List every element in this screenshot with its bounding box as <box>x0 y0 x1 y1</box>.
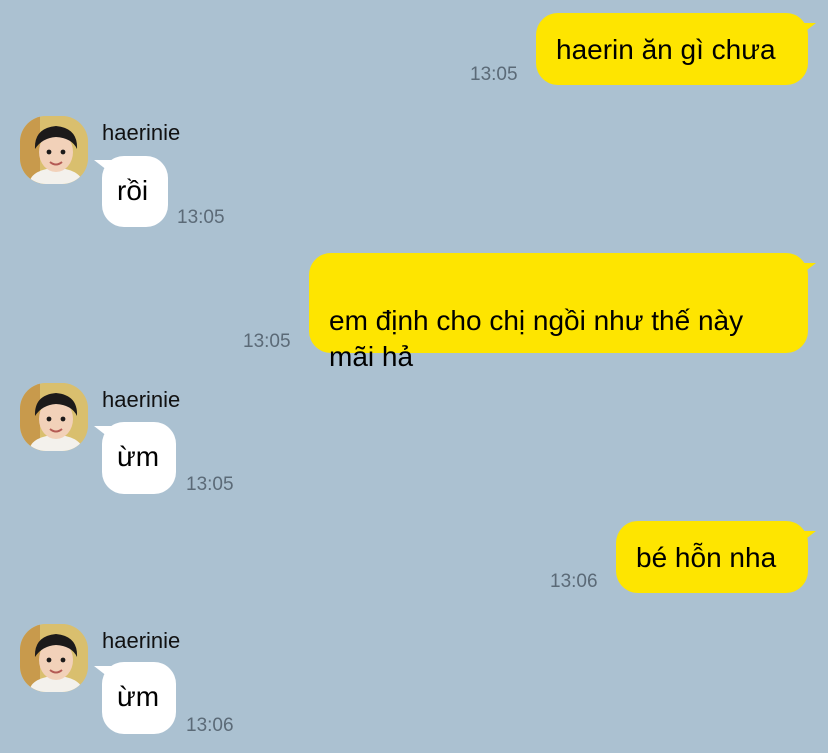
message-timestamp: 13:06 <box>186 715 234 736</box>
message-timestamp: 13:05 <box>243 331 291 352</box>
message-text: haerin ăn gì chưa <box>556 34 776 65</box>
outgoing-message-bubble[interactable]: em định cho chị ngồi như thế này mãi hả <box>309 253 816 372</box>
sender-name: haerinie <box>102 120 181 145</box>
sender-avatar[interactable] <box>20 624 88 692</box>
incoming-message-bubble[interactable]: ừm <box>94 662 176 734</box>
message-text: bé hỗn nha <box>636 542 777 573</box>
sender-avatar[interactable] <box>20 383 88 451</box>
sender-avatar[interactable] <box>20 116 88 184</box>
avatar-photo-icon <box>20 624 88 692</box>
outgoing-message-bubble[interactable]: bé hỗn nha <box>616 521 816 593</box>
incoming-message-bubble[interactable]: rồi <box>94 156 168 227</box>
message-timestamp: 13:05 <box>470 64 518 85</box>
avatar-photo-icon <box>20 383 88 451</box>
sender-name: haerinie <box>102 387 181 412</box>
message-timestamp: 13:06 <box>550 571 598 592</box>
message-timestamp: 13:05 <box>186 474 234 495</box>
message-text: em định cho chị ngồi như thế này mãi hả <box>329 305 744 372</box>
message-text: ừm <box>117 441 160 472</box>
message-text: ừm <box>117 681 160 712</box>
sender-name: haerinie <box>102 628 181 653</box>
outgoing-message-bubble[interactable]: haerin ăn gì chưa <box>536 13 816 85</box>
message-timestamp: 13:05 <box>177 207 225 228</box>
incoming-message-bubble[interactable]: ừm <box>94 422 176 494</box>
avatar-photo-icon <box>20 116 88 184</box>
message-text: rồi <box>117 175 149 206</box>
